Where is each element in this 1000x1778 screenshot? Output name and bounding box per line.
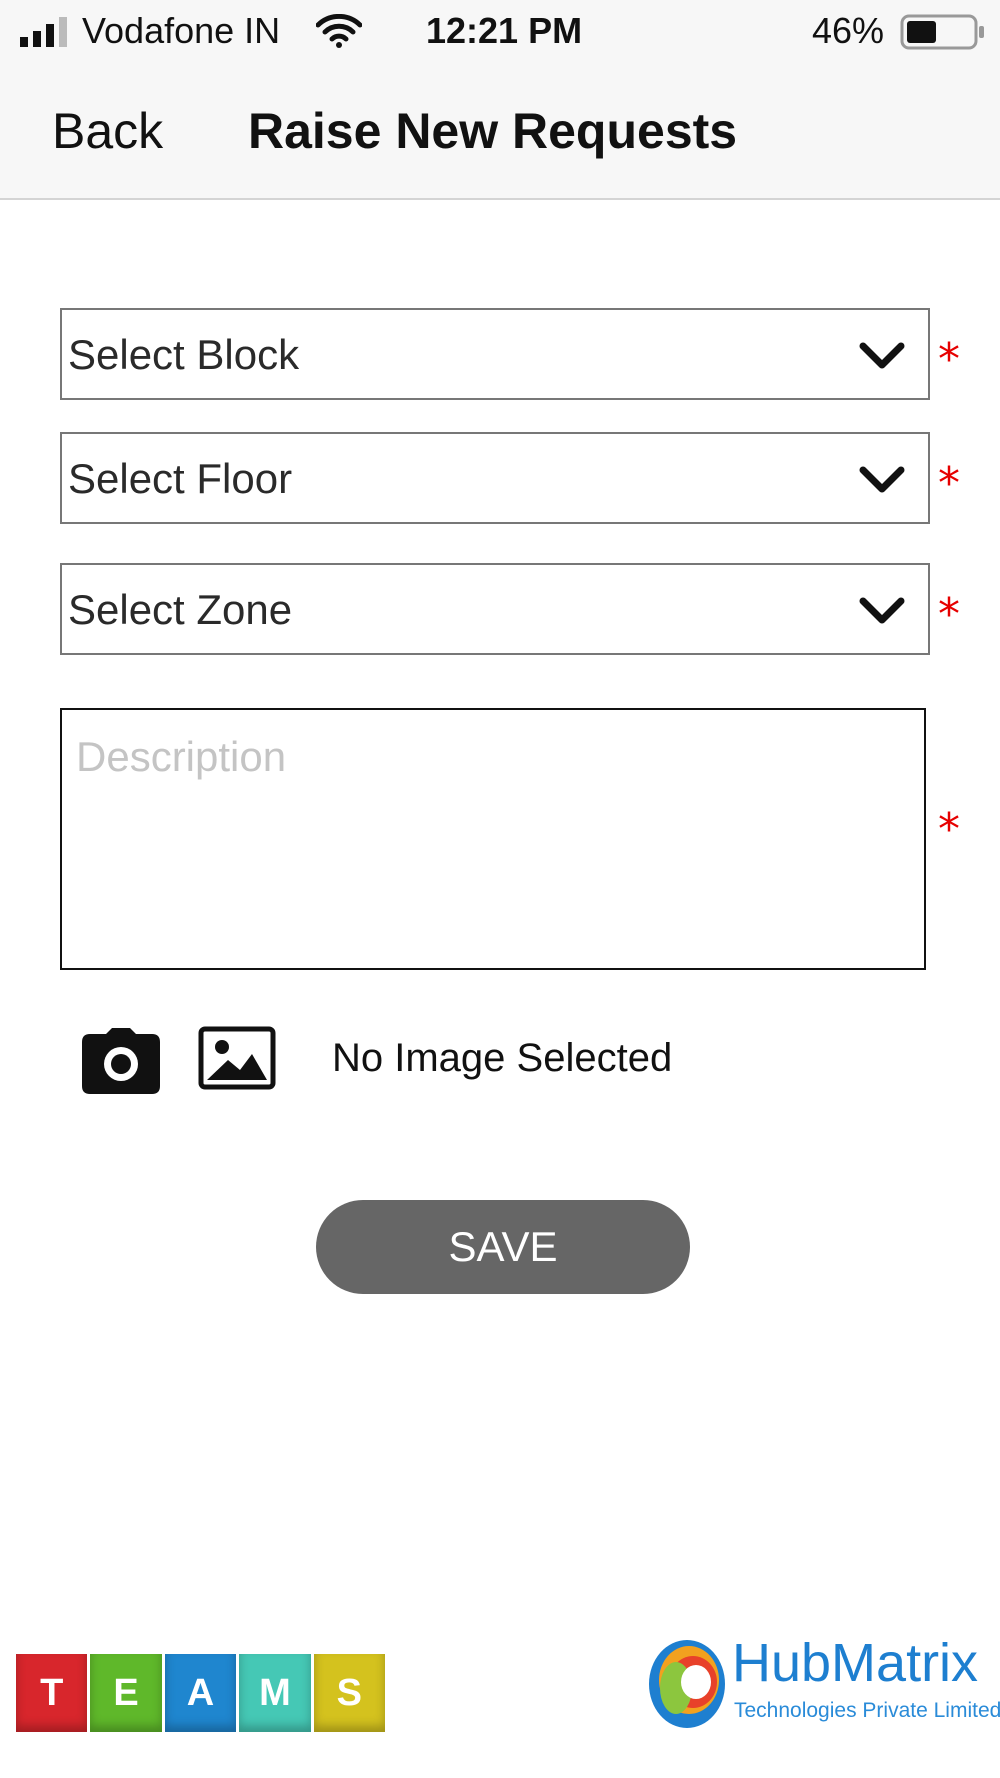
- description-input[interactable]: [62, 710, 924, 968]
- back-button[interactable]: Back: [52, 102, 163, 160]
- hubmatrix-emblem-icon: [649, 1640, 725, 1728]
- battery-percentage: 46%: [812, 10, 885, 51]
- page-title: Raise New Requests: [248, 103, 738, 159]
- required-marker: *: [938, 804, 960, 855]
- image-status-text: No Image Selected: [332, 1036, 673, 1080]
- save-button[interactable]: SAVE: [316, 1200, 690, 1294]
- teams-logo-tile: T: [16, 1654, 88, 1732]
- hubmatrix-logo: HubMatrix Technologies Private Limited: [646, 1632, 1000, 1732]
- teams-logo-tile: S: [313, 1654, 386, 1732]
- status-bar: Vodafone IN 12:21 PM 46%: [0, 0, 1000, 62]
- gallery-icon[interactable]: [198, 1026, 276, 1090]
- battery-icon: [900, 14, 984, 50]
- hubmatrix-name: HubMatrix: [732, 1633, 979, 1693]
- hubmatrix-subtitle: Technologies Private Limited: [734, 1699, 1000, 1722]
- select-floor-label: Select Floor: [68, 455, 293, 502]
- chevron-down-icon: [859, 342, 905, 369]
- clock: 12:21 PM: [426, 10, 583, 51]
- wifi-icon: [316, 14, 362, 48]
- signal-icon: [20, 17, 67, 47]
- required-marker: *: [938, 458, 960, 509]
- description-box: [60, 708, 926, 970]
- teams-logo-tile: A: [164, 1654, 237, 1732]
- select-block-label: Select Block: [68, 331, 300, 378]
- screen: Vodafone IN 12:21 PM 46% Back Raise New …: [0, 0, 1000, 1778]
- carrier-name: Vodafone IN: [82, 10, 281, 51]
- teams-logo-tile: E: [90, 1654, 162, 1732]
- camera-icon[interactable]: [82, 1026, 160, 1094]
- select-floor-dropdown[interactable]: Select Floor: [60, 432, 930, 524]
- required-marker: *: [938, 334, 960, 385]
- teams-logo: T E A M S: [16, 1654, 388, 1732]
- select-zone-label: Select Zone: [68, 586, 293, 633]
- required-marker: *: [938, 589, 960, 640]
- chevron-down-icon: [859, 466, 905, 493]
- navigation-bar: Back Raise New Requests: [0, 62, 1000, 200]
- teams-logo-tile: M: [239, 1654, 311, 1732]
- chevron-down-icon: [859, 597, 905, 624]
- select-block-dropdown[interactable]: Select Block: [60, 308, 930, 400]
- select-zone-dropdown[interactable]: Select Zone: [60, 563, 930, 655]
